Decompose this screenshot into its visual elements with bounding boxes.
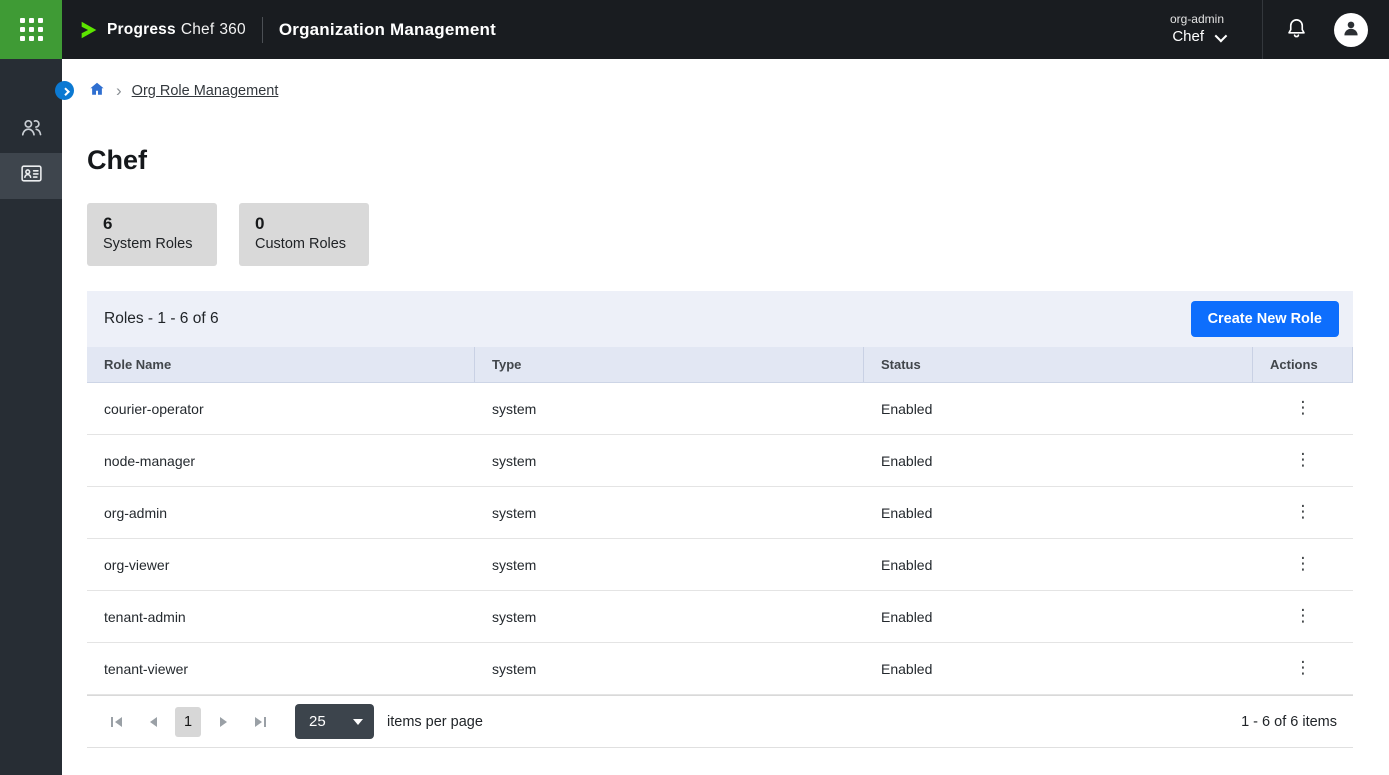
page-title: Chef bbox=[87, 145, 1389, 175]
breadcrumb: › Org Role Management bbox=[62, 59, 1389, 102]
role-name-cell: org-admin bbox=[87, 505, 475, 521]
row-actions-button[interactable]: ⋮ bbox=[1287, 500, 1320, 525]
table-body: courier-operator system Enabled ⋮ node-m… bbox=[87, 383, 1353, 695]
previous-page-icon bbox=[150, 717, 157, 727]
org-switcher[interactable]: org-admin Chef bbox=[1170, 12, 1224, 47]
topbar-right: org-admin Chef bbox=[1170, 0, 1389, 59]
chevron-down-icon bbox=[1215, 29, 1228, 42]
users-icon bbox=[19, 115, 44, 145]
items-per-page-label: items per page bbox=[387, 714, 483, 730]
sidebar-item-users[interactable] bbox=[0, 107, 62, 153]
role-status-cell: Enabled bbox=[864, 453, 1253, 469]
row-actions-button[interactable]: ⋮ bbox=[1287, 552, 1320, 577]
items-range-label: 1 - 6 of 6 items bbox=[1241, 714, 1337, 730]
role-name-cell: tenant-viewer bbox=[87, 661, 475, 677]
org-role-label: org-admin bbox=[1170, 12, 1224, 27]
system-roles-stat-card: 6 System Roles bbox=[87, 203, 217, 266]
topbar-separator bbox=[1262, 0, 1263, 59]
chevron-right-icon bbox=[61, 87, 69, 95]
role-status-cell: Enabled bbox=[864, 505, 1253, 521]
bell-icon bbox=[1285, 17, 1308, 43]
role-status-cell: Enabled bbox=[864, 557, 1253, 573]
role-name-cell: node-manager bbox=[87, 453, 475, 469]
role-type-cell: system bbox=[475, 505, 864, 521]
org-name: Chef bbox=[1172, 27, 1204, 47]
role-status-cell: Enabled bbox=[864, 401, 1253, 417]
brand-text: Progress Chef 360 bbox=[107, 21, 246, 39]
role-name-cell: courier-operator bbox=[87, 401, 475, 417]
custom-roles-label: Custom Roles bbox=[255, 235, 353, 254]
table-row: courier-operator system Enabled ⋮ bbox=[87, 383, 1353, 435]
row-actions-button[interactable]: ⋮ bbox=[1287, 396, 1320, 421]
grid-toolbar: Roles - 1 - 6 of 6 Create New Role bbox=[87, 291, 1353, 347]
column-header-role-name[interactable]: Role Name bbox=[87, 347, 475, 382]
main-content: › Org Role Management Chef 6 System Role… bbox=[62, 59, 1389, 775]
role-type-cell: system bbox=[475, 557, 864, 573]
previous-page-button[interactable] bbox=[138, 707, 168, 737]
brand-progress-label: Progress bbox=[107, 21, 176, 39]
brand-360-label: 360 bbox=[219, 21, 245, 39]
custom-roles-count: 0 bbox=[255, 213, 353, 234]
role-type-cell: system bbox=[475, 609, 864, 625]
brand-chef-label: Chef bbox=[181, 21, 215, 39]
app-launcher-button[interactable] bbox=[0, 0, 62, 59]
roles-grid: Roles - 1 - 6 of 6 Create New Role Role … bbox=[87, 291, 1353, 748]
table-row: tenant-admin system Enabled ⋮ bbox=[87, 591, 1353, 643]
pagination-bar: 1 25 items per page 1 - 6 of 6 items bbox=[87, 695, 1353, 747]
system-roles-count: 6 bbox=[103, 213, 201, 234]
role-status-cell: Enabled bbox=[864, 609, 1253, 625]
page-size-value: 25 bbox=[309, 713, 326, 730]
column-header-status[interactable]: Status bbox=[864, 347, 1253, 382]
brand-logo: Progress Chef 360 bbox=[78, 19, 246, 41]
first-page-button[interactable] bbox=[101, 707, 131, 737]
table-row: tenant-viewer system Enabled ⋮ bbox=[87, 643, 1353, 695]
next-page-icon bbox=[220, 717, 227, 727]
role-name-cell: org-viewer bbox=[87, 557, 475, 573]
breadcrumb-separator: › bbox=[116, 82, 122, 101]
create-new-role-button[interactable]: Create New Role bbox=[1191, 301, 1339, 337]
column-header-type[interactable]: Type bbox=[475, 347, 864, 382]
page-number-1[interactable]: 1 bbox=[175, 707, 201, 737]
role-status-cell: Enabled bbox=[864, 661, 1253, 677]
role-type-cell: system bbox=[475, 401, 864, 417]
dropdown-caret-icon bbox=[353, 719, 363, 725]
page-size-dropdown[interactable]: 25 bbox=[295, 704, 374, 739]
top-bar: Progress Chef 360 Organization Managemen… bbox=[0, 0, 1389, 59]
custom-roles-stat-card: 0 Custom Roles bbox=[239, 203, 369, 266]
table-row: org-viewer system Enabled ⋮ bbox=[87, 539, 1353, 591]
row-actions-button[interactable]: ⋮ bbox=[1287, 448, 1320, 473]
table-row: node-manager system Enabled ⋮ bbox=[87, 435, 1353, 487]
last-page-button[interactable] bbox=[245, 707, 275, 737]
row-actions-button[interactable]: ⋮ bbox=[1287, 604, 1320, 629]
home-icon[interactable] bbox=[88, 80, 106, 103]
column-header-actions: Actions bbox=[1253, 347, 1353, 382]
title-divider bbox=[262, 17, 263, 43]
last-page-icon bbox=[255, 717, 262, 727]
app-title: Organization Management bbox=[279, 20, 496, 40]
notifications-button[interactable] bbox=[1285, 17, 1308, 43]
system-roles-label: System Roles bbox=[103, 235, 201, 254]
role-type-cell: system bbox=[475, 661, 864, 677]
first-page-icon bbox=[111, 717, 113, 727]
app-grid-icon bbox=[20, 18, 43, 41]
breadcrumb-link-org-role-management[interactable]: Org Role Management bbox=[132, 83, 279, 99]
role-badge-icon bbox=[19, 161, 44, 191]
progress-chevron-icon bbox=[78, 19, 100, 41]
user-avatar-button[interactable] bbox=[1334, 13, 1368, 47]
table-row: org-admin system Enabled ⋮ bbox=[87, 487, 1353, 539]
row-actions-button[interactable]: ⋮ bbox=[1287, 656, 1320, 681]
grid-header: Role Name Type Status Actions bbox=[87, 347, 1353, 383]
role-name-cell: tenant-admin bbox=[87, 609, 475, 625]
sidebar-item-roles[interactable] bbox=[0, 153, 62, 199]
sidebar-expand-button[interactable] bbox=[55, 81, 74, 100]
sidebar bbox=[0, 59, 62, 775]
grid-title: Roles - 1 - 6 of 6 bbox=[104, 310, 219, 328]
user-avatar-icon bbox=[1340, 17, 1362, 42]
next-page-button[interactable] bbox=[208, 707, 238, 737]
role-type-cell: system bbox=[475, 453, 864, 469]
stats-row: 6 System Roles 0 Custom Roles bbox=[87, 203, 1389, 266]
